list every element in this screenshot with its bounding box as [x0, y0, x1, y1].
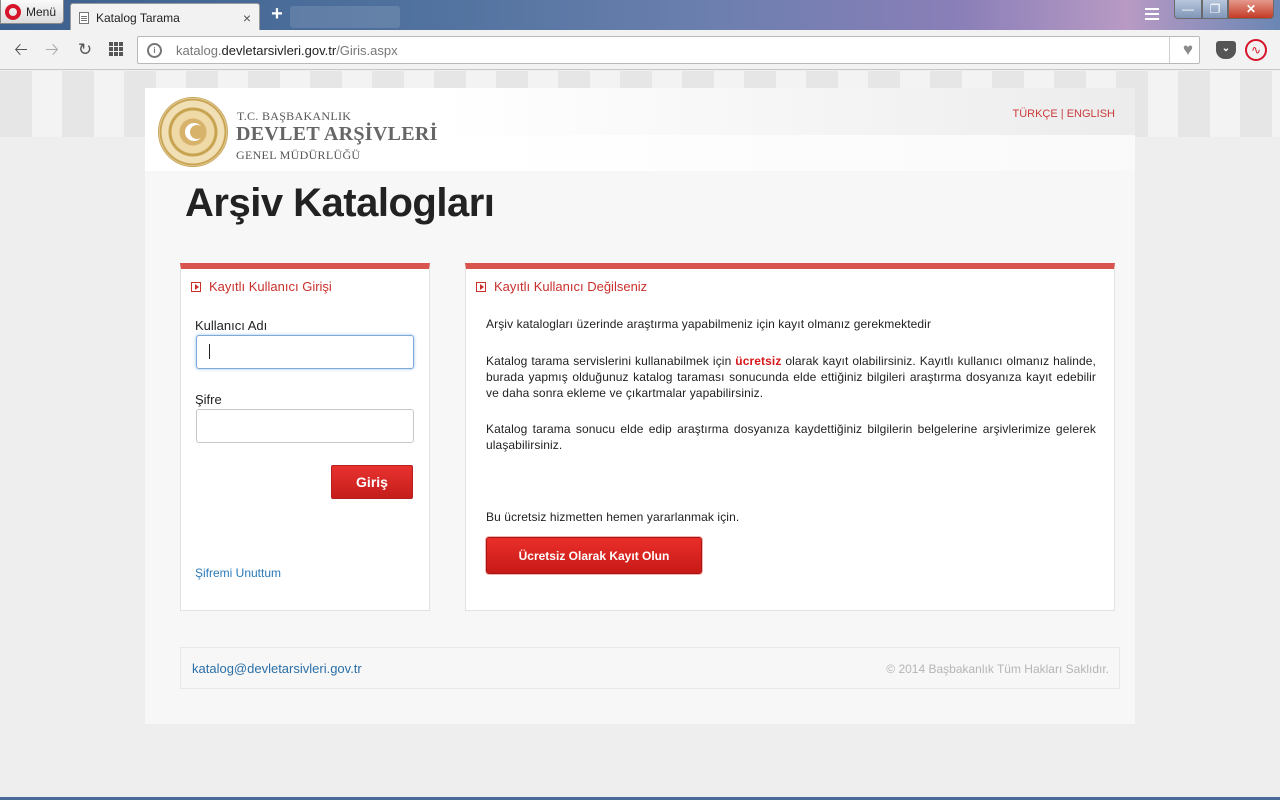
browser-toolbar: 🡠 🡢 ↻ i katalog. devletarsivleri.gov.tr/G… [0, 30, 1280, 70]
site-footer: katalog@devletarsivleri.gov.tr © 2014 Ba… [180, 647, 1120, 689]
page-title: Arşiv Katalogları [185, 181, 495, 225]
page-container: T.C. BAŞBAKANLIK DEVLET ARŞİVLERİ GENEL … [145, 88, 1135, 724]
window-close-icon[interactable]: ✕ [1228, 0, 1274, 19]
info-paragraph-2-start: Katalog tarama servislerini kullanabilme… [486, 354, 736, 368]
login-button[interactable]: Giriş [331, 465, 413, 499]
site-info-icon[interactable]: i [147, 43, 162, 58]
free-highlight: ücretsiz [735, 354, 782, 368]
footer-copyright: © 2014 Başbakanlık Tüm Hakları Saklıdır. [886, 662, 1109, 676]
back-icon[interactable]: 🡠 [10, 39, 32, 61]
pocket-icon[interactable]: ⌄ [1216, 41, 1236, 59]
opera-menu-icon [5, 3, 21, 20]
org-name-line2: DEVLET ARŞİVLERİ [236, 123, 438, 145]
tab-menu-icon[interactable] [1145, 8, 1159, 22]
browser-titlebar: Menü Katalog Tarama × + — ❐ ✕ [0, 0, 1280, 31]
forward-icon[interactable]: 🡢 [41, 39, 63, 61]
crescent-star-icon [185, 123, 204, 141]
forgot-password-link[interactable]: Şifremi Unuttum [195, 566, 281, 580]
window-controls: — ❐ ✕ [1174, 0, 1274, 20]
arrow-right-icon [476, 281, 486, 292]
text-caret [209, 344, 210, 359]
org-name-line3: GENEL MÜDÜRLÜĞÜ [236, 148, 361, 162]
org-name-line1: T.C. BAŞBAKANLIK [237, 109, 352, 123]
lang-separator: | [1057, 108, 1067, 120]
state-seal-logo [158, 97, 228, 167]
url-prefix: katalog. [176, 42, 222, 58]
register-heading-text: Kayıtlı Kullanıcı Değilseniz [494, 279, 648, 294]
opera-menu-button[interactable]: Menü [0, 0, 64, 24]
cta-text: Bu ücretsiz hizmetten hemen yararlanmak … [486, 510, 740, 524]
lang-english-link[interactable]: ENGLISH [1067, 108, 1115, 120]
page-viewport: T.C. BAŞBAKANLIK DEVLET ARŞİVLERİ GENEL … [0, 71, 1280, 798]
arrow-right-icon [191, 281, 201, 292]
password-input[interactable] [196, 409, 414, 443]
info-paragraph-3: Katalog tarama sonucu elde edip araştırm… [486, 422, 1096, 452]
tab-title: Katalog Tarama [96, 10, 180, 25]
background-tab-preview [290, 6, 400, 28]
pulse-icon[interactable]: ∿ [1245, 39, 1267, 61]
register-free-button[interactable]: Ücretsiz Olarak Kayıt Olun [486, 537, 702, 574]
login-panel: Kayıtlı Kullanıcı Girişi Kullanıcı Adı Ş… [180, 263, 430, 611]
menu-label: Menü [26, 4, 57, 19]
register-panel-heading: Kayıtlı Kullanıcı Değilseniz [476, 279, 647, 294]
maximize-icon[interactable]: ❐ [1202, 0, 1228, 19]
username-input[interactable] [196, 335, 414, 369]
browser-tab-active[interactable]: Katalog Tarama × [70, 3, 260, 31]
heart-icon[interactable]: ♥ [1183, 40, 1193, 60]
close-icon[interactable]: × [243, 10, 251, 26]
password-label: Şifre [195, 392, 222, 407]
url-domain: devletarsivleri.gov.tr [221, 42, 337, 58]
footer-email-link[interactable]: katalog@devletarsivleri.gov.tr [192, 661, 362, 676]
login-panel-heading: Kayıtlı Kullanıcı Girişi [191, 279, 332, 294]
url-path: /Giris.aspx [336, 42, 398, 58]
info-paragraph-2: Katalog tarama servislerini kullanabilme… [486, 353, 1096, 401]
username-label: Kullanıcı Adı [195, 318, 268, 333]
minimize-icon[interactable]: — [1174, 0, 1202, 19]
lang-turkish-link[interactable]: TÜRKÇE [1012, 108, 1057, 120]
speed-dial-icon[interactable] [109, 42, 123, 56]
plus-icon[interactable]: + [266, 4, 288, 26]
register-panel: Kayıtlı Kullanıcı Değilseniz Arşiv katal… [465, 263, 1115, 611]
info-paragraph-1: Arşiv katalogları üzerinde araştırma yap… [486, 317, 932, 331]
url-divider [1169, 37, 1170, 63]
language-switcher: TÜRKÇE | ENGLISH [1012, 108, 1115, 120]
login-heading-text: Kayıtlı Kullanıcı Girişi [209, 279, 332, 294]
address-bar[interactable]: i katalog. devletarsivleri.gov.tr/Giris.a… [137, 36, 1200, 64]
reload-icon[interactable]: ↻ [74, 39, 96, 61]
document-icon [79, 11, 89, 24]
